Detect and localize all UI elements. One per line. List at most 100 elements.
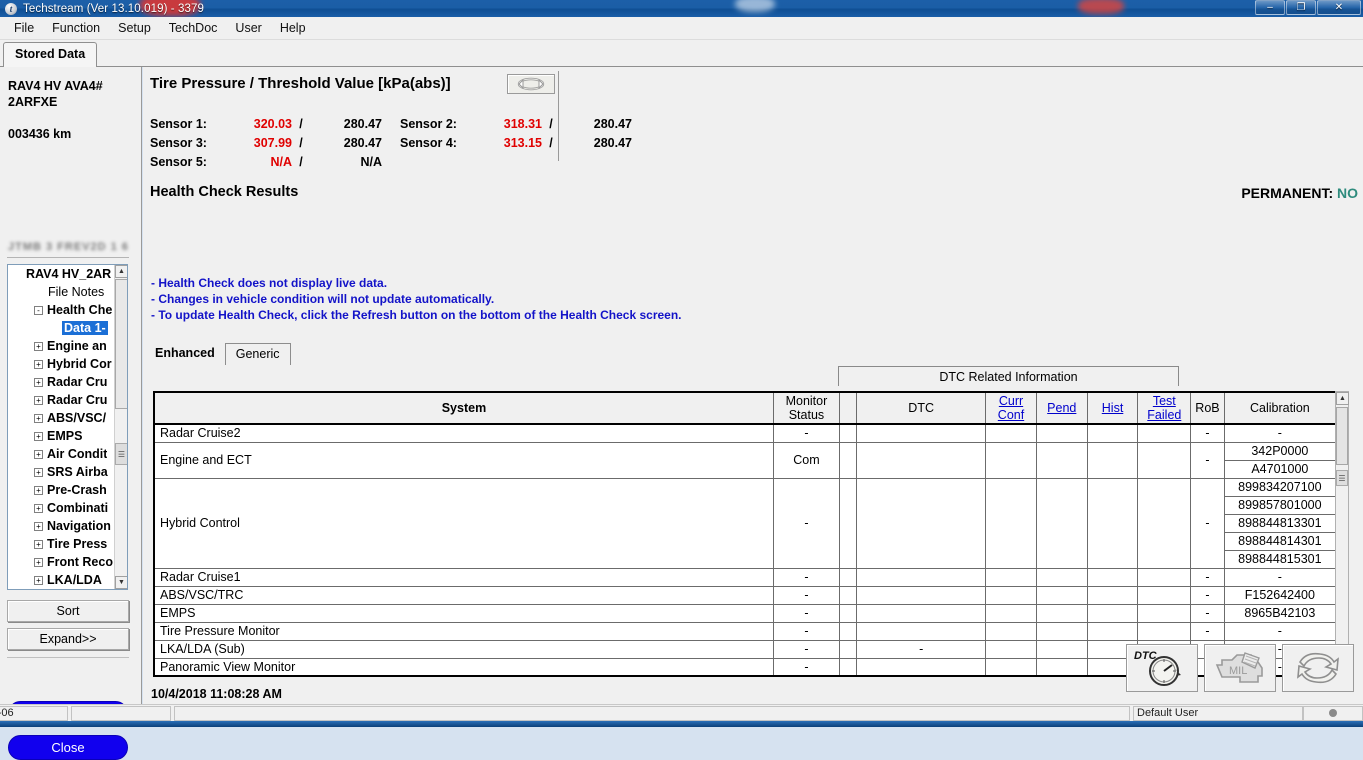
menu-item-function[interactable]: Function — [43, 19, 109, 37]
tire-pressure-refresh-button[interactable] — [507, 74, 555, 94]
tree-expand-icon[interactable]: + — [34, 360, 43, 369]
column-header-pend[interactable]: Pend — [1036, 392, 1087, 424]
odometer-reading: 003436 km — [8, 127, 71, 141]
titlebar-backdrop-blob — [1078, 0, 1124, 14]
tree-item[interactable]: +Navigation — [8, 517, 116, 535]
minimize-button[interactable]: – — [1255, 0, 1285, 15]
column-header-curr-conf[interactable]: Curr Conf — [986, 392, 1037, 424]
tree-expand-icon[interactable]: + — [34, 396, 43, 405]
menu-item-file[interactable]: File — [5, 19, 43, 37]
table-cell-dtc — [857, 442, 986, 478]
close-button[interactable]: Close — [8, 735, 128, 760]
menu-item-techdoc[interactable]: TechDoc — [160, 19, 227, 37]
tree-expand-icon[interactable]: + — [34, 432, 43, 441]
table-cell-test-failed — [1138, 442, 1191, 478]
tree-item[interactable]: +EMPS — [8, 427, 116, 445]
table-row[interactable]: ABS/VSC/TRC--F152642400 — [154, 586, 1336, 604]
tree-expand-icon[interactable]: + — [34, 414, 43, 423]
permanent-label: PERMANENT: — [1241, 185, 1333, 201]
table-cell-test-failed — [1138, 604, 1191, 622]
table-cell-calibration: 898844814301 — [1224, 532, 1336, 550]
subtab-generic[interactable]: Generic — [225, 343, 291, 365]
table-scroll-up-icon[interactable]: ▲ — [1336, 392, 1349, 405]
tree-expand-icon[interactable]: + — [34, 486, 43, 495]
vehicle-name: RAV4 HV AVA4# 2ARFXE — [8, 78, 138, 110]
tree-expand-icon[interactable]: + — [34, 522, 43, 531]
spacer — [382, 134, 400, 153]
table-cell-test-failed — [1138, 586, 1191, 604]
subtab-enhanced[interactable]: Enhanced — [151, 343, 225, 365]
tree-scrollbar[interactable]: ▲ ☰ ▼ — [114, 265, 127, 589]
table-scroll-thumb[interactable] — [1336, 407, 1348, 465]
tree-expand-icon[interactable]: + — [34, 342, 43, 351]
tree-item[interactable]: +SRS Airba — [8, 463, 116, 481]
tree-item[interactable]: +LKA/LDA — [8, 571, 116, 589]
menu-item-help[interactable]: Help — [271, 19, 315, 37]
tree-item[interactable]: +Air Condit — [8, 445, 116, 463]
tree-expand-icon[interactable]: + — [34, 504, 43, 513]
sensor-1-slash: / — [292, 115, 310, 134]
health-check-title: Health Check Results — [150, 184, 298, 200]
table-cell-rob: - — [1191, 622, 1225, 640]
expand-button[interactable]: Expand>> — [7, 628, 129, 650]
tree-item[interactable]: + Tire Press — [8, 535, 116, 553]
column-header-test-failed[interactable]: Test Failed — [1138, 392, 1191, 424]
close-window-button[interactable]: ✕ — [1317, 0, 1361, 15]
tree-scroll-thumb[interactable] — [115, 279, 128, 409]
table-row[interactable]: EMPS--8965B42103 — [154, 604, 1336, 622]
table-scroll-thumb-grip-icon[interactable]: ☰ — [1336, 470, 1348, 486]
table-row[interactable]: Engine and ECTCom-342P0000 — [154, 442, 1336, 460]
column-header-calibration: Calibration — [1224, 392, 1336, 424]
tree-item[interactable]: +Combinati — [8, 499, 116, 517]
tree-expand-icon[interactable]: + — [34, 450, 43, 459]
table-cell-narrow — [839, 622, 856, 640]
status-blank-2 — [174, 706, 1130, 721]
tree-expand-icon[interactable]: + — [34, 558, 43, 567]
tree-item[interactable]: -Health Che — [8, 301, 116, 319]
tree-item[interactable]: Data 1- — [8, 319, 116, 337]
tree-item[interactable]: +Engine an — [8, 337, 116, 355]
tree-item[interactable]: File Notes — [8, 283, 116, 301]
tree-scroll-up-icon[interactable]: ▲ — [115, 265, 128, 278]
dtc-button[interactable]: DTC — [1126, 644, 1198, 692]
table-cell-system: Tire Pressure Monitor — [154, 622, 773, 640]
tab-stored-data[interactable]: Stored Data — [3, 42, 97, 68]
tree-expand-icon[interactable]: + — [34, 576, 43, 585]
sensor-1-value: 320.03 — [222, 115, 292, 134]
data-tree[interactable]: RAV4 HV_2ARFile Notes-Health CheData 1-+… — [7, 264, 128, 590]
tree-expand-icon[interactable]: + — [34, 378, 43, 387]
sensor-5-threshold: N/A — [310, 153, 382, 172]
sensor-5-value: N/A — [222, 153, 292, 172]
table-row[interactable]: Radar Cruise1--- — [154, 568, 1336, 586]
tree-item[interactable]: +Radar Cru — [8, 391, 116, 409]
tree-item[interactable]: +Front Reco — [8, 553, 116, 571]
sidebar-divider-lower — [7, 657, 129, 658]
maximize-button[interactable]: ❐ — [1286, 0, 1316, 15]
tree-item[interactable]: +Hybrid Cor — [8, 355, 116, 373]
tree-item[interactable]: RAV4 HV_2AR — [8, 265, 116, 283]
sort-button[interactable]: Sort — [7, 600, 129, 622]
table-row[interactable]: Tire Pressure Monitor--- — [154, 622, 1336, 640]
tree-collapse-icon[interactable]: - — [34, 306, 43, 315]
sensor-1-label: Sensor 1: — [150, 115, 222, 134]
tree-scroll-thumb-grip-icon[interactable]: ☰ — [115, 443, 128, 465]
refresh-button[interactable] — [1282, 644, 1354, 692]
table-cell-calibration: 899857801000 — [1224, 496, 1336, 514]
tree-item-label: Tire Press — [47, 537, 107, 551]
mil-button[interactable]: MIL — [1204, 644, 1276, 692]
table-row[interactable]: Radar Cruise2--- — [154, 424, 1336, 442]
tree-expand-icon[interactable]: + — [34, 468, 43, 477]
tree-item[interactable]: +Radar Cru — [8, 373, 116, 391]
menu-item-user[interactable]: User — [226, 19, 270, 37]
menu-item-setup[interactable]: Setup — [109, 19, 160, 37]
tree-scroll-down-icon[interactable]: ▼ — [115, 576, 128, 589]
table-cell-test-failed — [1138, 424, 1191, 442]
table-row[interactable]: Hybrid Control--899834207100 — [154, 478, 1336, 496]
column-header-hist[interactable]: Hist — [1087, 392, 1138, 424]
tree-expand-icon[interactable]: + — [34, 540, 43, 549]
tree-item[interactable]: +Pre-Crash — [8, 481, 116, 499]
menu-bar: File Function Setup TechDoc User Help — [0, 17, 1363, 40]
table-cell-pend — [1036, 658, 1087, 676]
table-cell-pend — [1036, 622, 1087, 640]
tree-item[interactable]: +ABS/VSC/ — [8, 409, 116, 427]
